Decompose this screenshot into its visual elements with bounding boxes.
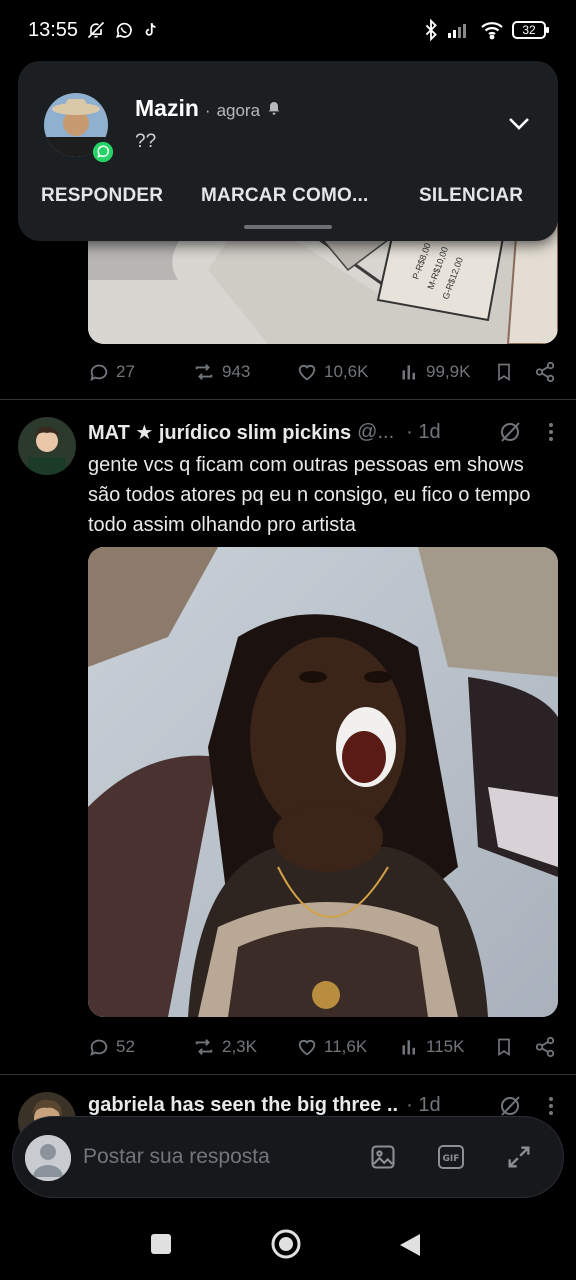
views-button[interactable]: 99,9K [400, 362, 470, 382]
like-button[interactable]: 10,6K [296, 361, 368, 383]
share-button[interactable] [534, 1036, 556, 1058]
status-right: 32 [424, 19, 549, 41]
reply-action-button[interactable]: RESPONDER [41, 185, 163, 207]
retweet-button[interactable]: 943 [192, 361, 250, 383]
like-button[interactable]: 11,6K [296, 1036, 367, 1058]
reply-input[interactable]: Postar sua resposta [83, 1145, 270, 1169]
bluetooth-icon [424, 19, 438, 41]
views-button[interactable]: 115K [400, 1037, 464, 1057]
bell-off-icon [86, 20, 106, 40]
mark-as-read-button[interactable]: MARCAR COMO... [201, 185, 368, 207]
like-count: 10,6K [324, 362, 369, 381]
clock: 13:55 [28, 18, 79, 41]
like-count: 11,6K [324, 1037, 368, 1056]
signal-icon [446, 21, 472, 39]
gif-icon[interactable]: GIF [437, 1143, 465, 1176]
tweet-header: MAT ★ jurídico slim pickins @... · 1d [88, 420, 441, 445]
notification-time: agora [216, 101, 261, 120]
battery-indicator: 32 [512, 21, 549, 39]
tweet-divider [0, 1074, 576, 1075]
tweet-time: · 1d [406, 1094, 441, 1116]
back-button[interactable] [398, 1232, 422, 1263]
tweet-header: gabriela has seen the big three .. · 1d [88, 1094, 441, 1117]
tiktok-icon [142, 20, 160, 40]
image-icon[interactable] [369, 1143, 397, 1176]
notification-title: Mazin · agora [135, 95, 282, 122]
retweet-button[interactable]: 2,3K [192, 1036, 257, 1058]
whatsapp-icon [114, 20, 134, 40]
notification-sender: Mazin [135, 95, 199, 121]
grok-icon[interactable] [498, 420, 522, 449]
retweet-count: 2,3K [222, 1037, 257, 1056]
reply-tools: GIF [369, 1143, 533, 1176]
more-options-icon[interactable] [548, 422, 554, 447]
mute-button[interactable]: SILENCIAR [419, 185, 523, 207]
reply-count: 27 [116, 362, 135, 381]
reply-count: 52 [116, 1037, 135, 1056]
share-button[interactable] [534, 361, 556, 383]
notification-card[interactable]: Mazin · agora ?? RESPONDER MARCAR COMO..… [18, 61, 558, 241]
svg-text:GIF: GIF [443, 1154, 460, 1164]
retweet-count: 943 [222, 362, 251, 381]
tweet-header-icons [498, 420, 554, 449]
notification-separator: · [204, 101, 211, 120]
status-bar: 13:55 32 [0, 0, 576, 60]
tweet-actions: 27 943 10,6K 99,9K [88, 358, 558, 386]
tweet-divider [0, 399, 576, 400]
system-nav-bar [0, 1208, 576, 1280]
wifi-icon [480, 20, 504, 40]
reply-button[interactable]: 52 [88, 1036, 135, 1058]
alarm-bell-icon [266, 100, 282, 121]
expand-icon[interactable] [505, 1143, 533, 1176]
tweet-time: · 1d [406, 421, 441, 443]
drag-handle[interactable] [244, 225, 332, 229]
notification-message: ?? [135, 131, 157, 152]
tweet-actions: 52 2,3K 11,6K 115K [88, 1033, 558, 1061]
view-count: 99,9K [426, 362, 471, 381]
notification-actions: RESPONDER MARCAR COMO... SILENCIAR [18, 185, 558, 213]
avatar[interactable] [18, 417, 76, 475]
author-handle[interactable]: @... [357, 421, 394, 444]
tweet-image[interactable] [88, 547, 558, 1017]
view-count: 115K [426, 1037, 465, 1056]
reply-button[interactable]: 27 [88, 361, 135, 383]
tweet-text: gente vcs q ficam com outras pessoas em … [88, 454, 531, 536]
more-options-icon[interactable] [548, 1096, 554, 1121]
recents-button[interactable] [150, 1233, 172, 1260]
author-name[interactable]: gabriela has seen the big three .. [88, 1094, 398, 1117]
bookmark-button[interactable] [494, 1036, 514, 1058]
author-name[interactable]: MAT ★ jurídico slim pickins [88, 420, 351, 445]
chevron-down-icon[interactable] [508, 117, 530, 136]
reply-composer[interactable]: Postar sua resposta GIF [12, 1116, 564, 1198]
whatsapp-badge [90, 139, 116, 165]
bookmark-button[interactable] [494, 361, 514, 383]
home-button[interactable] [270, 1228, 302, 1265]
status-left: 13:55 [28, 19, 160, 42]
user-avatar [25, 1135, 71, 1181]
